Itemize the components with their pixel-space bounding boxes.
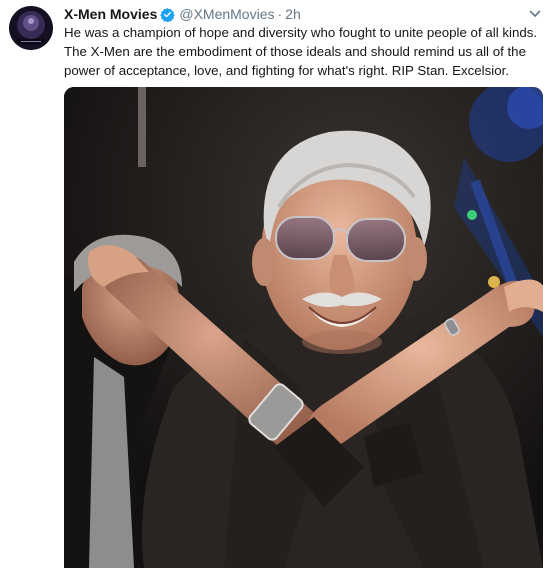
author-handle[interactable]: @XMenMovies bbox=[179, 6, 274, 22]
tweet-text: He was a champion of hope and diversity … bbox=[64, 23, 542, 80]
xmen-avatar-icon bbox=[9, 6, 53, 50]
tweet-text-line: The X-Men are the embodiment of those id… bbox=[64, 44, 526, 59]
author-name[interactable]: X-Men Movies bbox=[64, 6, 157, 22]
photo-illustration bbox=[64, 87, 543, 568]
header-separator: · bbox=[277, 6, 283, 22]
chevron-down-icon[interactable] bbox=[528, 7, 542, 21]
verified-badge-icon bbox=[160, 7, 176, 22]
tweet-text-line: power of acceptance, love, and fighting … bbox=[64, 63, 510, 78]
tweet-card: X-Men Movies @XMenMovies · 2h He was a c… bbox=[0, 0, 550, 568]
tweet-header: X-Men Movies @XMenMovies · 2h bbox=[64, 5, 301, 23]
tweet-photo[interactable] bbox=[64, 87, 543, 568]
author-avatar[interactable] bbox=[9, 6, 53, 50]
tweet-text-line: He was a champion of hope and diversity … bbox=[64, 25, 538, 40]
tweet-timestamp[interactable]: 2h bbox=[285, 6, 301, 22]
